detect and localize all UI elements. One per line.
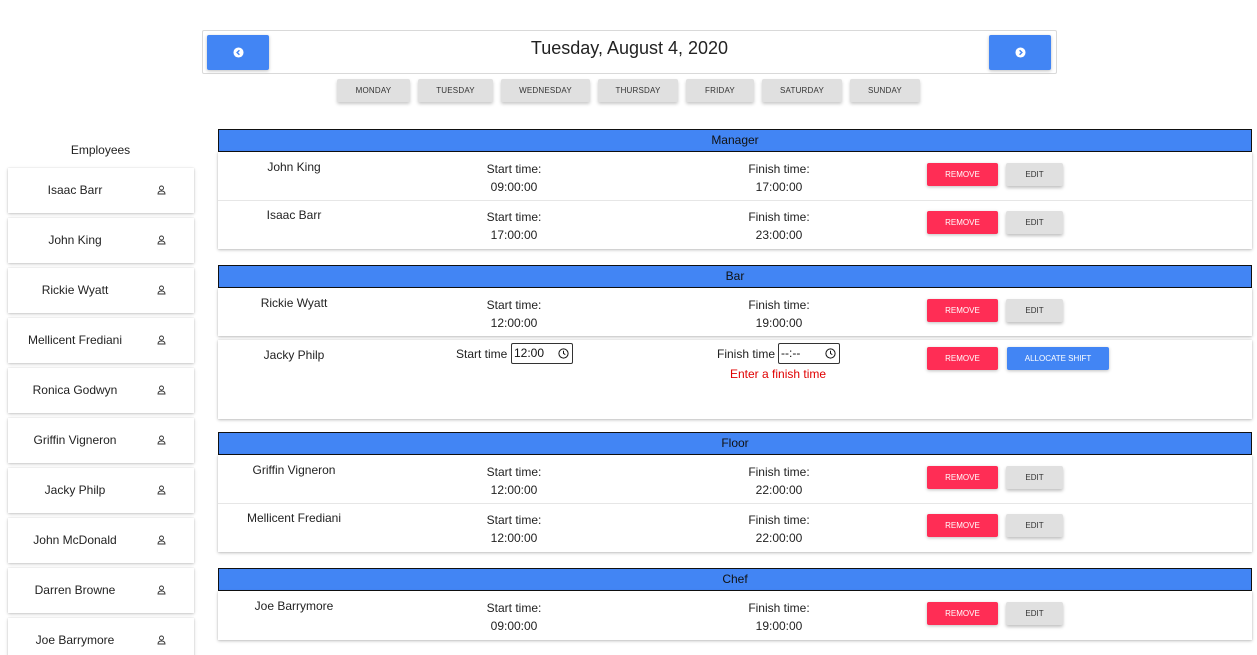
person-icon <box>157 485 166 495</box>
shift-start-time: Start time: 09:00:00 <box>486 162 542 194</box>
next-day-button[interactable] <box>989 35 1051 70</box>
department-header-floor: Floor <box>218 432 1252 455</box>
employee-item[interactable]: Jacky Philp <box>8 468 194 513</box>
employee-item[interactable]: Griffin Vigneron <box>8 418 194 463</box>
day-button-tuesday[interactable]: TUESDAY <box>418 79 493 102</box>
employee-name: Ronica Godwyn <box>32 383 118 397</box>
shift-employee-name: Rickie Wyatt <box>260 296 328 310</box>
person-icon <box>157 235 166 245</box>
person-icon <box>157 335 166 345</box>
day-button-sunday[interactable]: SUNDAY <box>850 79 920 102</box>
employee-item[interactable]: Mellicent Frediani <box>8 318 194 363</box>
remove-shift-button[interactable]: REMOVE <box>927 514 998 537</box>
shift-start-time: Start time: 09:00:00 <box>486 601 542 633</box>
chevron-right-circle-icon <box>1014 47 1026 58</box>
day-button-saturday[interactable]: SATURDAY <box>762 79 842 102</box>
employee-name: John McDonald <box>33 533 117 547</box>
person-icon <box>157 435 166 445</box>
start-time-label: Start time <box>456 347 508 361</box>
finish-time-error: Enter a finish time <box>730 367 827 381</box>
employee-name: Isaac Barr <box>47 183 103 197</box>
shift-row: Joe Barrymore Start time: 09:00:00 Finish… <box>218 591 1252 639</box>
shift-finish-time: Finish time: 19:00:00 <box>748 298 810 330</box>
current-date-title: Tuesday, August 4, 2020 <box>530 38 729 58</box>
shift-start-time: Start time: 12:00:00 <box>486 513 542 545</box>
day-button-monday[interactable]: MONDAY <box>337 79 410 102</box>
day-button-thursday[interactable]: THURSDAY <box>598 79 678 102</box>
shift-row: John King Start time: 09:00:00 Finish tim… <box>218 152 1252 200</box>
edit-shift-button[interactable]: EDIT <box>1006 466 1063 489</box>
person-icon <box>157 385 166 395</box>
remove-pending-button[interactable]: REMOVE <box>927 347 998 370</box>
employee-name: Joe Barrymore <box>35 633 115 647</box>
shift-row: Rickie Wyatt Start time: 12:00:00 Finish … <box>218 288 1252 336</box>
shift-start-time: Start time: 12:00:00 <box>486 298 542 330</box>
pending-employee-name: Jacky Philp <box>263 348 325 362</box>
person-icon <box>157 635 166 645</box>
employees-heading: Employees <box>70 143 131 157</box>
employee-name: Mellicent Frediani <box>27 333 123 347</box>
shift-finish-time: Finish time: 19:00:00 <box>748 601 810 633</box>
remove-shift-button[interactable]: REMOVE <box>927 466 998 489</box>
employee-name: Rickie Wyatt <box>41 283 109 297</box>
department-header-chef: Chef <box>218 568 1252 591</box>
employee-name: John King <box>48 233 102 247</box>
employee-item[interactable]: John McDonald <box>8 518 194 563</box>
shift-row: Griffin Vigneron Start time: 12:00:00 Fin… <box>218 455 1252 503</box>
clock-icon[interactable] <box>558 348 569 359</box>
person-icon <box>157 585 166 595</box>
shift-employee-name: Joe Barrymore <box>254 599 334 613</box>
edit-shift-button[interactable]: EDIT <box>1006 514 1063 537</box>
employee-item[interactable]: Rickie Wyatt <box>8 268 194 313</box>
shift-start-time: Start time: 17:00:00 <box>486 210 542 242</box>
employee-name: Darren Browne <box>34 583 116 597</box>
department-header-manager: Manager <box>218 129 1252 152</box>
allocate-shift-form: Jacky Philp Start time 12:00 Finish time… <box>218 340 1252 419</box>
finish-time-value: --:-- <box>781 346 801 360</box>
employee-name: Jacky Philp <box>44 483 106 497</box>
start-time-input[interactable]: 12:00 <box>511 343 573 364</box>
employee-name: Griffin Vigneron <box>33 433 117 447</box>
shift-employee-name: Griffin Vigneron <box>252 463 336 477</box>
start-time-value: 12:00 <box>514 346 545 360</box>
employee-item[interactable]: John King <box>8 218 194 263</box>
person-icon <box>157 185 166 195</box>
shift-employee-name: Isaac Barr <box>266 208 322 222</box>
employee-item[interactable]: Isaac Barr <box>8 168 194 213</box>
finish-time-input[interactable]: --:-- <box>778 343 840 364</box>
person-icon <box>157 535 166 545</box>
day-button-wednesday[interactable]: WEDNESDAY <box>501 79 590 102</box>
edit-shift-button[interactable]: EDIT <box>1006 602 1063 625</box>
remove-shift-button[interactable]: REMOVE <box>927 602 998 625</box>
shift-employee-name: John King <box>267 160 321 174</box>
edit-shift-button[interactable]: EDIT <box>1006 299 1063 322</box>
date-navigator: Tuesday, August 4, 2020 <box>202 30 1057 74</box>
clock-icon[interactable] <box>825 348 836 359</box>
remove-shift-button[interactable]: REMOVE <box>927 163 998 186</box>
employee-item[interactable]: Ronica Godwyn <box>8 368 194 413</box>
shift-finish-time: Finish time: 17:00:00 <box>748 162 810 194</box>
remove-shift-button[interactable]: REMOVE <box>927 299 998 322</box>
day-button-friday[interactable]: FRIDAY <box>686 79 754 102</box>
finish-time-label: Finish time <box>717 347 776 361</box>
shift-finish-time: Finish time: 23:00:00 <box>748 210 810 242</box>
employee-item[interactable]: Darren Browne <box>8 568 194 613</box>
shift-start-time: Start time: 12:00:00 <box>486 465 542 497</box>
shift-finish-time: Finish time: 22:00:00 <box>748 465 810 497</box>
shift-row: Isaac Barr Start time: 17:00:00 Finish ti… <box>218 200 1252 248</box>
edit-shift-button[interactable]: EDIT <box>1006 211 1063 234</box>
shift-employee-name: Mellicent Frediani <box>246 511 342 525</box>
shift-finish-time: Finish time: 22:00:00 <box>748 513 810 545</box>
edit-shift-button[interactable]: EDIT <box>1006 163 1063 186</box>
employee-item[interactable]: Joe Barrymore <box>8 618 194 655</box>
allocate-shift-button[interactable]: ALLOCATE SHIFT <box>1007 347 1109 370</box>
shift-row: Mellicent Frediani Start time: 12:00:00 F… <box>218 503 1252 551</box>
department-header-bar: Bar <box>218 265 1252 288</box>
person-icon <box>157 285 166 295</box>
remove-shift-button[interactable]: REMOVE <box>927 211 998 234</box>
